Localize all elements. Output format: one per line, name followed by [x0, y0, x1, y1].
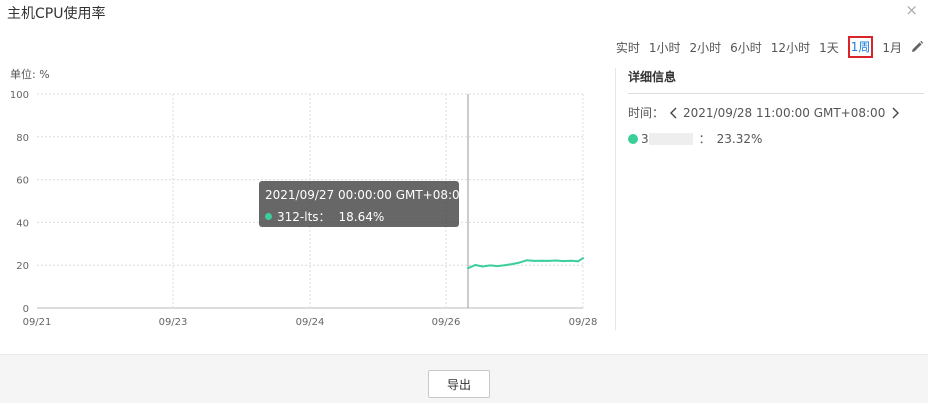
y-tick-label: 0: [23, 304, 29, 315]
detail-time-value: 2021/09/28 11:00:00 GMT+08:00: [683, 105, 886, 120]
range-1-week[interactable]: 1周: [847, 36, 874, 58]
x-tick-label: 09/24: [296, 317, 325, 328]
chevron-left-icon[interactable]: [668, 106, 680, 120]
masked-series-name: [648, 132, 693, 145]
series-line: [467, 257, 584, 270]
series-point: [555, 259, 558, 262]
detail-time-label: 时间：: [628, 106, 665, 120]
detail-panel: 详细信息 时间： 2021/09/28 11:00:00 GMT+08:00 3…: [628, 68, 924, 147]
panel-divider: [615, 68, 616, 330]
detail-series-prefix: 3: [641, 131, 649, 146]
export-button[interactable]: 导出: [428, 370, 490, 398]
range-12-hours[interactable]: 12小时: [771, 39, 810, 56]
series-point: [562, 260, 565, 263]
series-dot-icon: [265, 213, 272, 220]
edit-pencil-icon[interactable]: [910, 40, 924, 54]
series-point: [540, 259, 543, 262]
series-point: [474, 263, 477, 266]
range-realtime[interactable]: 实时: [616, 39, 640, 56]
tooltip-time: 2021/09/27 00:00:00 GMT+08:00: [265, 188, 468, 202]
series-point: [582, 257, 584, 260]
series-point: [481, 265, 484, 268]
series-point: [577, 260, 580, 263]
range-1-month[interactable]: 1月: [882, 39, 902, 56]
tooltip-series: 312-lts：: [277, 210, 331, 224]
y-tick-label: 40: [16, 218, 29, 229]
range-1-day[interactable]: 1天: [819, 39, 839, 56]
series-point: [467, 267, 469, 270]
series-point: [489, 264, 492, 267]
y-tick-label: 60: [16, 176, 29, 187]
detail-series-sep: ：: [698, 132, 711, 146]
x-tick-label: 09/28: [569, 317, 598, 328]
series-point: [533, 259, 536, 262]
detail-title: 详细信息: [628, 68, 924, 94]
detail-series-row: 3 ： 23.32%: [628, 130, 924, 147]
range-1-hour[interactable]: 1小时: [649, 39, 681, 56]
series-point: [518, 261, 521, 264]
y-tick-label: 80: [16, 133, 29, 144]
dialog-footer: 导出: [0, 354, 928, 403]
y-tick-label: 20: [16, 261, 29, 272]
series-point: [525, 259, 528, 262]
chevron-right-icon[interactable]: [889, 106, 901, 120]
series-point: [496, 265, 499, 268]
chart-tooltip: 2021/09/27 00:00:00 GMT+08:00 312-lts： 1…: [259, 181, 467, 227]
x-tick-label: 09/21: [23, 317, 52, 328]
y-tick-label: 100: [10, 90, 29, 101]
series-point: [511, 263, 514, 266]
series-point: [547, 259, 550, 262]
dialog-title: 主机CPU使用率: [7, 6, 106, 22]
close-icon[interactable]: ×: [905, 1, 918, 19]
range-2-hours[interactable]: 2小时: [690, 39, 722, 56]
detail-series-value: 23.32%: [716, 131, 763, 146]
series-dot-icon: [628, 133, 638, 144]
range-6-hours[interactable]: 6小时: [730, 39, 762, 56]
x-tick-label: 09/26: [432, 317, 461, 328]
series-point: [569, 259, 572, 262]
x-tick-label: 09/23: [159, 317, 188, 328]
series-point: [503, 264, 506, 267]
detail-time-row: 时间： 2021/09/28 11:00:00 GMT+08:00: [628, 104, 924, 121]
time-range-selector: 实时 1小时 2小时 6小时 12小时 1天 1周 1月: [607, 36, 926, 58]
tooltip-row: 312-lts： 18.64%: [265, 208, 384, 225]
tooltip-value: 18.64%: [338, 209, 385, 224]
